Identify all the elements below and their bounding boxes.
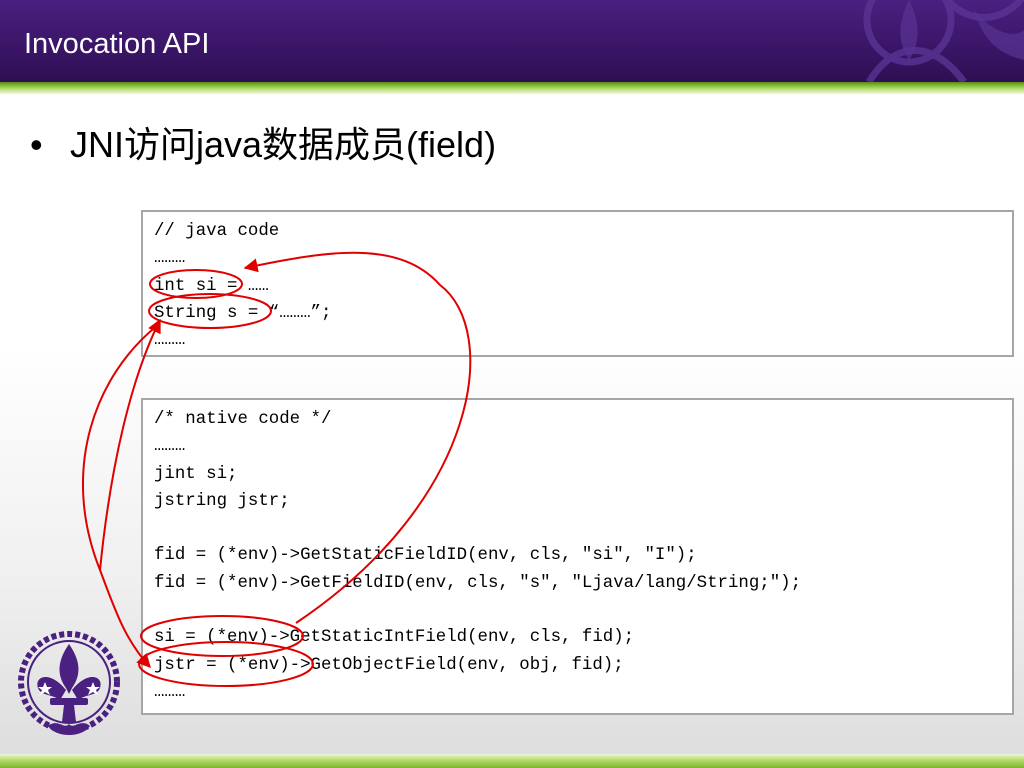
code-line: ……… [154,437,186,457]
slide-header: Invocation API [0,0,1024,82]
code-line: ……… [154,682,186,702]
java-code-box: // java code ……… int si = …… String s = … [141,210,1014,357]
fleur-de-lis-emblem-icon [18,631,120,735]
code-line: String s = “………”; [154,303,332,323]
footer-accent-band [0,754,1024,768]
code-line: fid = (*env)->GetStaticFieldID(env, cls,… [154,546,697,566]
code-line: fid = (*env)->GetFieldID(env, cls, "s", … [154,573,802,593]
code-line: jint si; [154,464,238,484]
code-line: /* native code */ [154,410,332,429]
code-line: ……… [154,331,186,351]
fleur-de-lis-watermark-icon [863,0,1024,82]
bullet-dot-icon: • [30,124,43,165]
code-line: // java code [154,222,280,241]
code-line: ……… [154,249,186,269]
code-line: int si = …… [154,276,269,296]
code-line: jstring jstr; [154,491,290,511]
bullet-text: JNI访问java数据成员(field) [70,124,497,165]
code-line: jstr = (*env)->GetObjectField(env, obj, … [154,655,624,675]
header-accent-band [0,82,1024,94]
native-code-box: /* native code */ ……… jint si; jstring j… [141,398,1014,715]
bullet-item: • JNI访问java数据成员(field) [30,116,496,168]
slide-title: Invocation API [24,28,210,60]
code-line: si = (*env)->GetStaticIntField(env, cls,… [154,628,635,648]
